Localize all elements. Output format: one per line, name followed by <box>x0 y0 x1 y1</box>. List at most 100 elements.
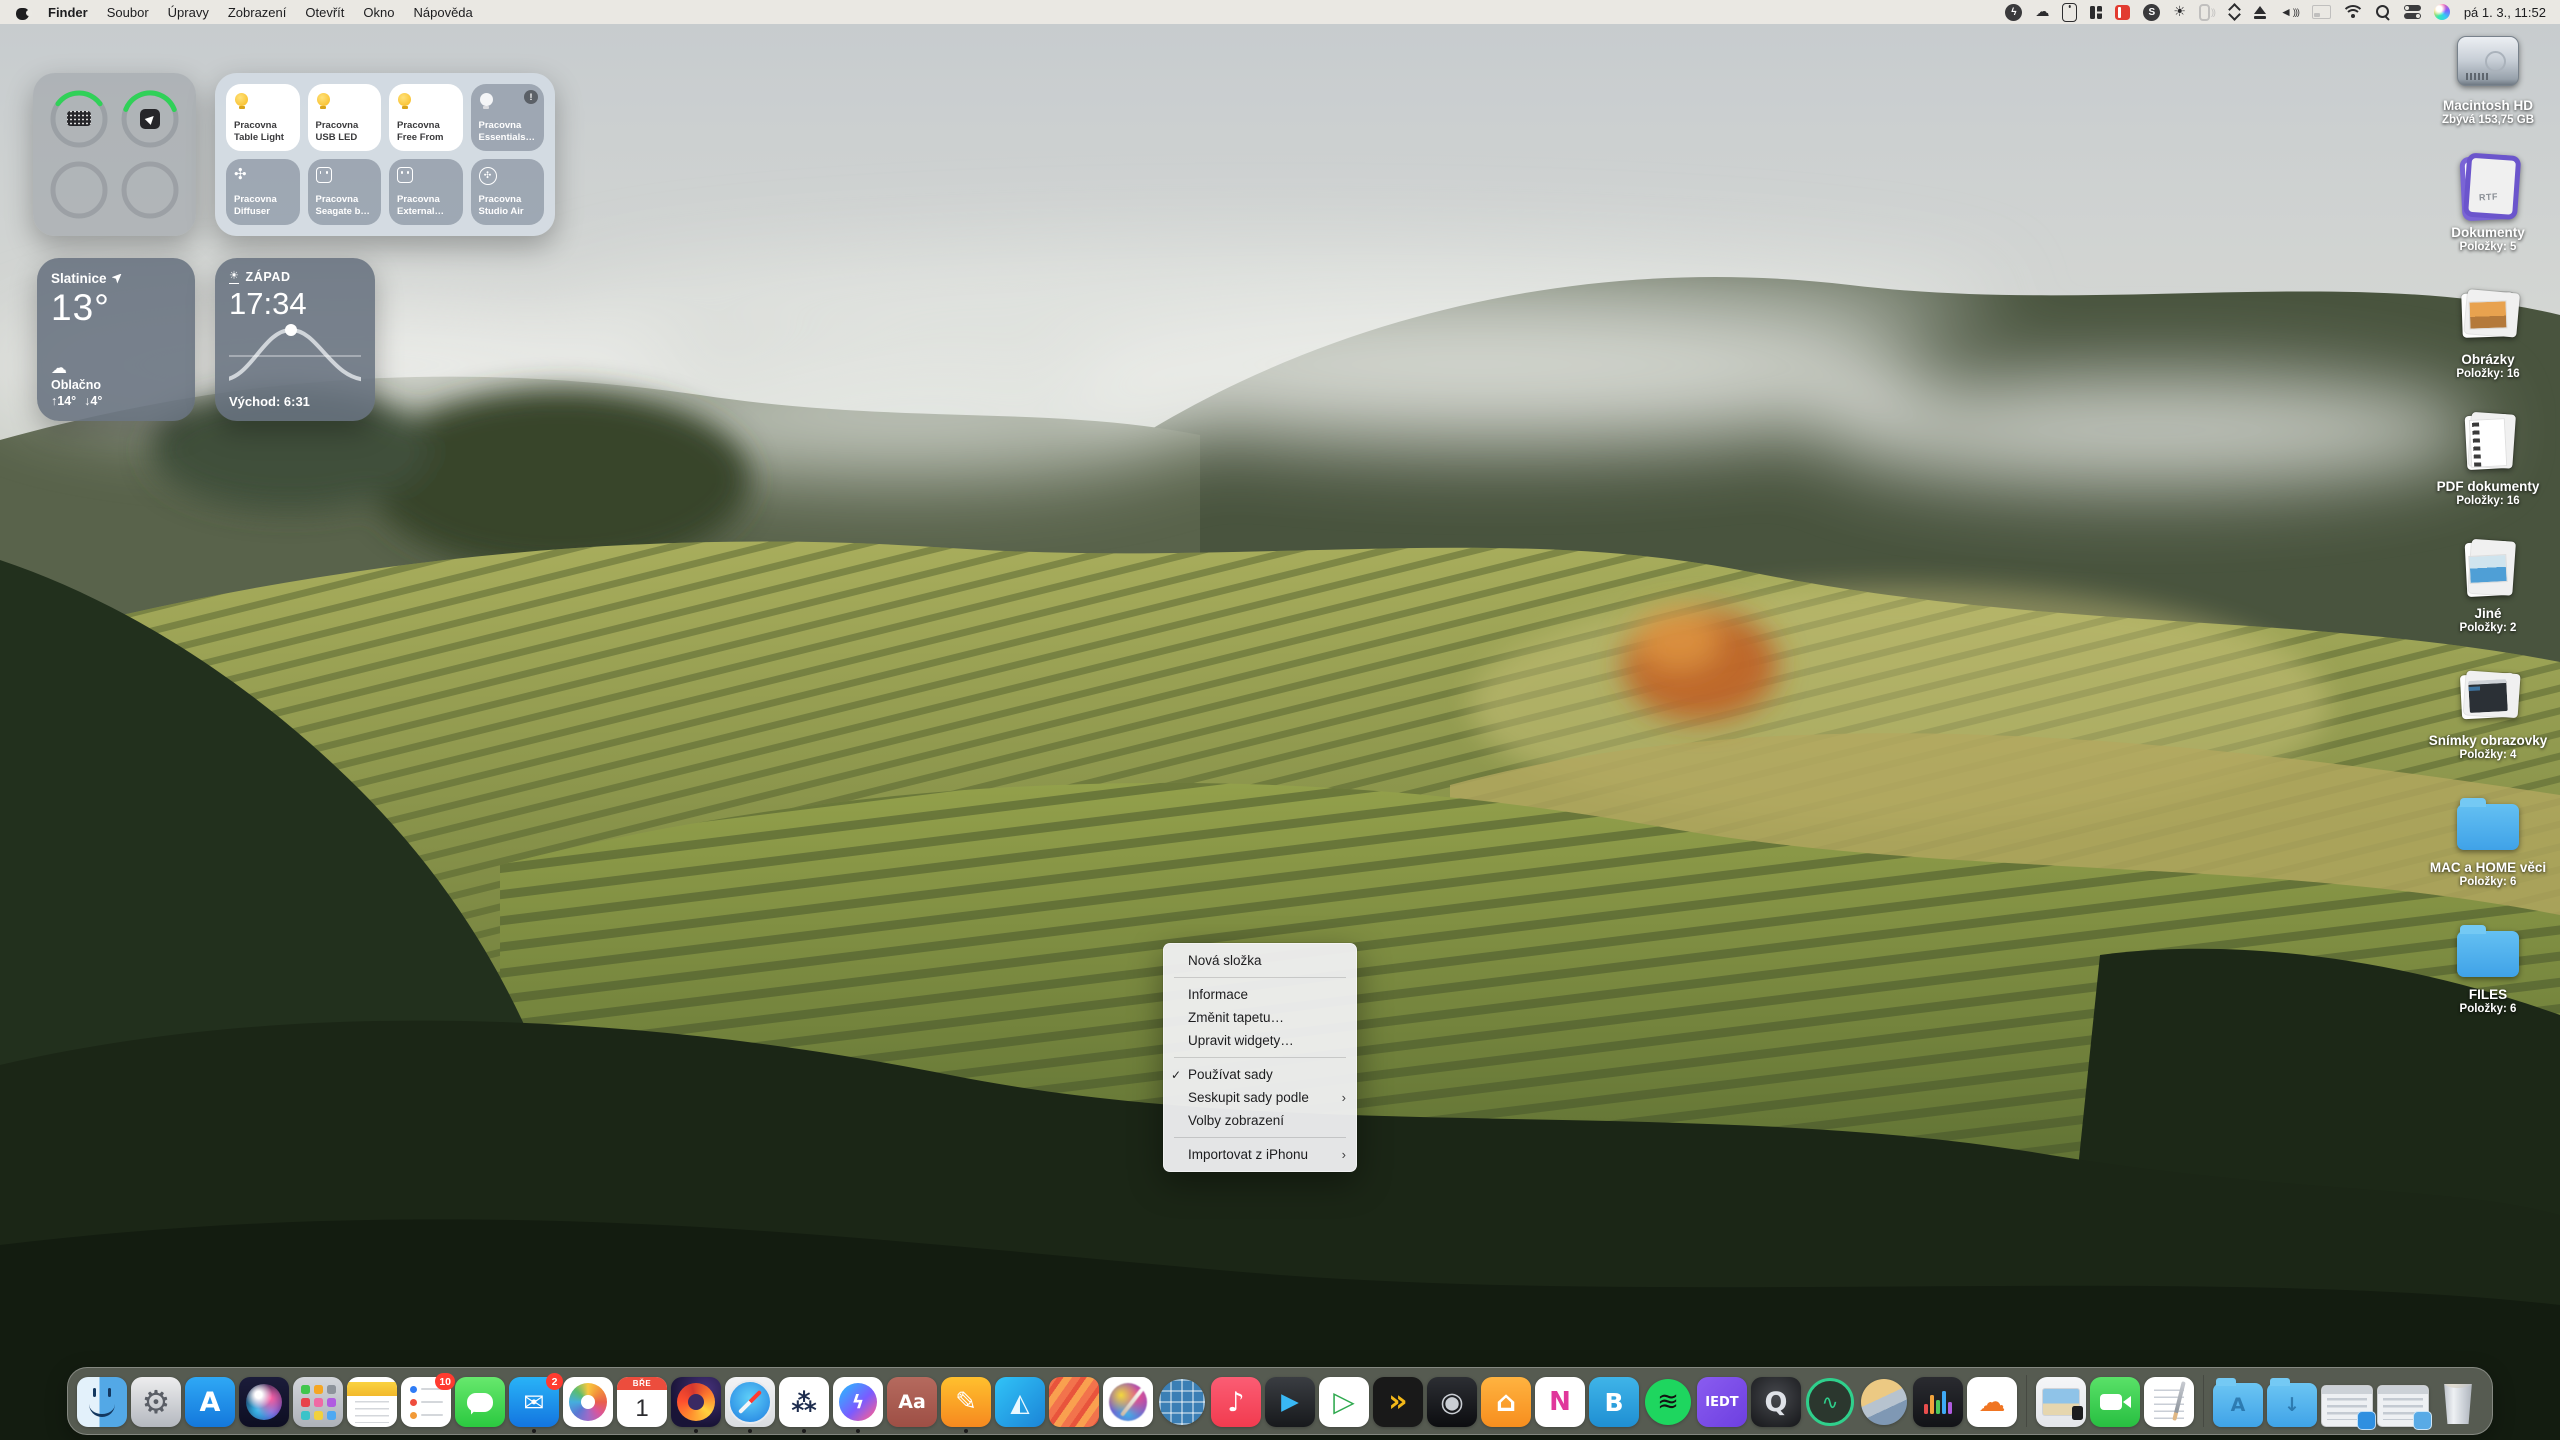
spotify[interactable]: ≋ <box>1643 1377 1693 1427</box>
volume-icon[interactable]: ◄))) <box>2280 1 2299 23</box>
batteries-widget[interactable]: ▶ <box>33 73 196 236</box>
screen-mirroring-icon[interactable] <box>2312 1 2331 23</box>
preview[interactable] <box>2036 1377 2086 1427</box>
menu-item-nova-slozka[interactable]: Nová složka <box>1164 949 1356 972</box>
home-button-essentials-[interactable]: PracovnaEssentials…! <box>471 84 545 151</box>
mail[interactable]: ✉2 <box>509 1377 559 1427</box>
stack-pdf-dokumenty[interactable]: PDF dokumentyPoložky: 16 <box>2422 409 2554 536</box>
app-store[interactable]: A <box>185 1377 235 1427</box>
video-player[interactable]: ▶ <box>1265 1377 1315 1427</box>
home[interactable]: ⌂ <box>1481 1377 1531 1427</box>
menu-otevřít[interactable]: Otevřít <box>305 5 344 20</box>
control-center-icon[interactable] <box>2404 1 2421 23</box>
folder-mac-a-home-veci[interactable]: MAC a HOME věciPoložky: 6 <box>2422 790 2554 917</box>
reminders[interactable]: 10 <box>401 1377 451 1427</box>
mosaic-app[interactable] <box>1157 1377 1207 1427</box>
yellow-arrows-app[interactable]: » <box>1373 1377 1423 1427</box>
calendar[interactable]: BŘE1 <box>617 1377 667 1427</box>
safari[interactable] <box>725 1377 775 1427</box>
messenger[interactable]: ϟ <box>833 1377 883 1427</box>
folder-files[interactable]: FILESPoložky: 6 <box>2422 917 2554 1044</box>
weather-widget[interactable]: Slatinice 13° ☁ Oblačno ↑14° ↓4° <box>37 258 195 421</box>
oscillator-app[interactable]: ∿ <box>1805 1377 1855 1427</box>
neon-n-app[interactable]: N <box>1535 1377 1585 1427</box>
quicktime[interactable]: Q <box>1751 1377 1801 1427</box>
menu-item-upravit-widgety[interactable]: Upravit widgety… <box>1164 1029 1356 1052</box>
stack-jine[interactable]: JinéPoložky: 2 <box>2422 536 2554 663</box>
photos[interactable] <box>563 1377 613 1427</box>
menu-úpravy[interactable]: Úpravy <box>168 5 209 20</box>
media-play-app[interactable]: ▷ <box>1319 1377 1369 1427</box>
stack-obrazky[interactable]: ObrázkyPoložky: 16 <box>2422 282 2554 409</box>
landscape-app[interactable] <box>1859 1377 1909 1427</box>
password-manager-icon[interactable] <box>2115 1 2130 23</box>
menu-soubor[interactable]: Soubor <box>107 5 149 20</box>
siri-icon[interactable] <box>2434 1 2450 23</box>
menu-item-informace[interactable]: Informace <box>1164 983 1356 1006</box>
affinity-designer[interactable]: ◭ <box>995 1377 1045 1427</box>
menu-okno[interactable]: Okno <box>363 5 394 20</box>
apple-menu-icon[interactable] <box>16 5 29 20</box>
stack-dokumenty[interactable]: RTFDokumentyPoložky: 5 <box>2422 155 2554 282</box>
notes[interactable] <box>347 1377 397 1427</box>
menu-nápověda[interactable]: Nápověda <box>413 5 472 20</box>
siri[interactable] <box>239 1377 289 1427</box>
music[interactable]: ♪ <box>1211 1377 1261 1427</box>
stack-snimky-obrazovky[interactable]: Snímky obrazovkyPoložky: 4 <box>2422 663 2554 790</box>
device-icon[interactable] <box>2062 1 2077 23</box>
share-nodes-app[interactable]: ⁂ <box>779 1377 829 1427</box>
pixelmator[interactable] <box>1103 1377 1153 1427</box>
textedit[interactable] <box>2144 1377 2194 1427</box>
iedt-app[interactable]: IEDT <box>1697 1377 1747 1427</box>
system-settings[interactable]: ⚙ <box>131 1377 181 1427</box>
dictionary[interactable]: Aa <box>887 1377 937 1427</box>
macintosh-hd[interactable]: Macintosh HDZbývá 153,75 GB <box>2422 28 2554 155</box>
home-button-free-from[interactable]: PracovnaFree From <box>389 84 463 151</box>
cloud-app[interactable]: ☁ <box>1967 1377 2017 1427</box>
menu-item-seskupit-sady-podle[interactable]: Seskupit sady podle› <box>1164 1086 1356 1109</box>
cloud-icon[interactable]: ☁ <box>2035 1 2049 23</box>
menu-bar-clock[interactable]: pá 1. 3., 11:52 <box>2464 5 2546 20</box>
window-layout-icon[interactable] <box>2090 1 2102 23</box>
menu-item-zmenit-tapetu[interactable]: Změnit tapetu… <box>1164 1006 1356 1029</box>
facetime[interactable] <box>2090 1377 2140 1427</box>
minimized-window-safari[interactable] <box>2321 1385 2373 1427</box>
pages[interactable]: ✎ <box>941 1377 991 1427</box>
home-button-studio-air[interactable]: ✣PracovnaStudio Air <box>471 159 545 226</box>
messages[interactable] <box>455 1377 505 1427</box>
brightness-icon[interactable]: ☀ <box>2173 1 2186 23</box>
menu-zobrazení[interactable]: Zobrazení <box>228 5 287 20</box>
home-button-seagate-b-[interactable]: PracovnaSeagate b… <box>308 159 382 226</box>
home-button-table-light[interactable]: PracovnaTable Light <box>226 84 300 151</box>
finder[interactable] <box>77 1377 127 1427</box>
affinity-publisher[interactable] <box>1049 1377 1099 1427</box>
spotlight-icon[interactable] <box>2376 1 2391 23</box>
blue-b-app[interactable]: B <box>1589 1377 1639 1427</box>
keyboard-battery[interactable] <box>48 88 110 150</box>
launchpad[interactable] <box>293 1377 343 1427</box>
equalizer-app[interactable] <box>1913 1377 1963 1427</box>
trash[interactable] <box>2433 1377 2483 1427</box>
stacked-chevrons-icon[interactable] <box>2228 1 2240 23</box>
empty-slot[interactable] <box>119 159 181 221</box>
trackpad-battery[interactable]: ▶ <box>119 88 181 150</box>
minimized-window-finder[interactable] <box>2377 1385 2429 1427</box>
home-button-diffuser[interactable]: ✣PracovnaDiffuser <box>226 159 300 226</box>
audio-knob-app[interactable]: ◉ <box>1427 1377 1477 1427</box>
s-app-icon[interactable]: S <box>2143 1 2160 23</box>
wifi-icon[interactable] <box>2344 1 2363 23</box>
applications-folder[interactable]: A <box>2213 1383 2263 1427</box>
airpods-icon[interactable]: )) <box>2199 1 2215 23</box>
downloads-folder[interactable]: ↓ <box>2267 1383 2317 1427</box>
empty-slot[interactable] <box>48 159 110 221</box>
sunset-widget[interactable]: ☀ ZÁPAD 17:34 Východ: 6:31 <box>215 258 375 421</box>
home-button-external-[interactable]: PracovnaExternal… <box>389 159 463 226</box>
app-menu-finder[interactable]: Finder <box>48 5 88 20</box>
shortcuts-icon[interactable]: ϟ <box>2005 1 2022 23</box>
home-button-usb-led[interactable]: PracovnaUSB LED <box>308 84 382 151</box>
menu-item-pouzivat-sady[interactable]: ✓Používat sady <box>1164 1063 1356 1086</box>
firefox[interactable] <box>671 1377 721 1427</box>
menu-item-importovat-z-iphonu[interactable]: Importovat z iPhonu› <box>1164 1143 1356 1166</box>
eject-icon[interactable] <box>2253 1 2267 23</box>
menu-item-volby-zobrazeni[interactable]: Volby zobrazení <box>1164 1109 1356 1132</box>
